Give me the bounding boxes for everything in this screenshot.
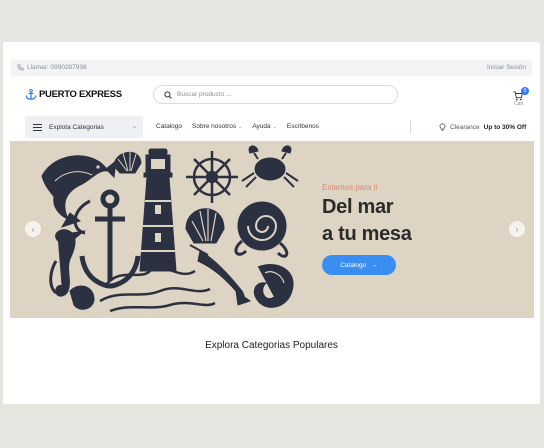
call-label: Llamar: 0990287938 [27,64,87,71]
cart-button[interactable]: 0 Cart [513,87,529,108]
chevron-right-icon: › [515,224,519,234]
slider-prev-button[interactable]: ‹ [25,221,41,237]
nav-menu: Catalogo Sobre nosotros ⌄ Ayuda ⌄ Escriben… [156,123,319,130]
categories-dropdown[interactable]: Explota Categorias ⌄ [25,116,143,138]
lightbulb-icon [439,123,446,131]
popular-categories-title: Explora Categorias Populares [205,340,338,351]
arrow-right-icon: → [371,261,378,269]
chevron-down-icon: ⌄ [272,124,277,130]
categories-label: Explota Categorias [49,123,104,131]
main-nav: Explota Categorias ⌄ Catalogo Sobre noso… [3,116,540,138]
call-info[interactable]: Llamar: 0990287938 [17,64,87,71]
cart-label: Cart [514,101,524,107]
anchor-icon [25,89,37,100]
slider-next-button[interactable]: › [509,221,525,237]
cart-count-badge: 0 [521,87,529,95]
nav-item-escribenos[interactable]: Escribenos [287,123,319,130]
clearance-highlight: Up to 30% Off [483,123,527,131]
nav-item-label: Ayuda [252,123,271,130]
chevron-left-icon: ‹ [31,224,35,234]
nav-divider [410,120,411,134]
nav-item-label: Escribenos [286,123,320,130]
shell-icon [185,208,225,244]
shell-icon [113,151,142,174]
clearance-prefix: Clearance [450,123,480,131]
clearance-promo[interactable]: Clearance Up to 30% Off [439,123,526,131]
search-input[interactable] [177,91,377,98]
hero-headline-line2: a tu mesa [322,223,412,245]
salmon-steak-icon [253,263,294,308]
hero-kicker: Estamos para ti [322,183,378,192]
lighthouse-icon [139,148,177,272]
nav-item-label: Catalogo [156,123,183,130]
octopus-icon [234,201,289,258]
menu-icon [33,123,42,131]
login-link[interactable]: Iniciar Sesión [487,64,526,71]
hero-cta-label: Catalogo [340,261,367,269]
brand-name: PUERTO EXPRESS [39,89,122,100]
crab-icon [241,145,299,188]
hero-banner: ‹ › Estamos para ti Del mar a tu mesa Ca… [10,141,534,318]
nav-item-catalogo[interactable]: Catalogo [156,123,182,130]
hero-catalog-button[interactable]: Catalogo → [322,255,396,275]
brand-logo[interactable]: PUERTO EXPRESS [25,89,122,100]
search-bar[interactable] [153,85,398,104]
chevron-down-icon: ⌄ [131,124,137,130]
hero-headline-line1: Del mar [322,196,394,218]
waves-icon [99,266,216,313]
chevron-down-icon: ⌄ [238,124,243,130]
page-frame: Llamar: 0990287938 Iniciar Sesión PUERTO… [3,42,540,404]
nav-item-label: Sobre nosotros [192,123,237,130]
crab-claw-icon [69,285,95,310]
search-icon[interactable] [164,90,172,99]
nav-item-ayuda[interactable]: Ayuda ⌄ [252,123,277,130]
phone-icon [17,64,24,71]
nav-item-sobre-nosotros[interactable]: Sobre nosotros ⌄ [192,123,242,130]
anchor-icon [73,189,141,289]
top-bar: Llamar: 0990287938 Iniciar Sesión [11,60,532,76]
nautical-illustration [41,145,299,313]
ship-wheel-icon [186,151,238,203]
